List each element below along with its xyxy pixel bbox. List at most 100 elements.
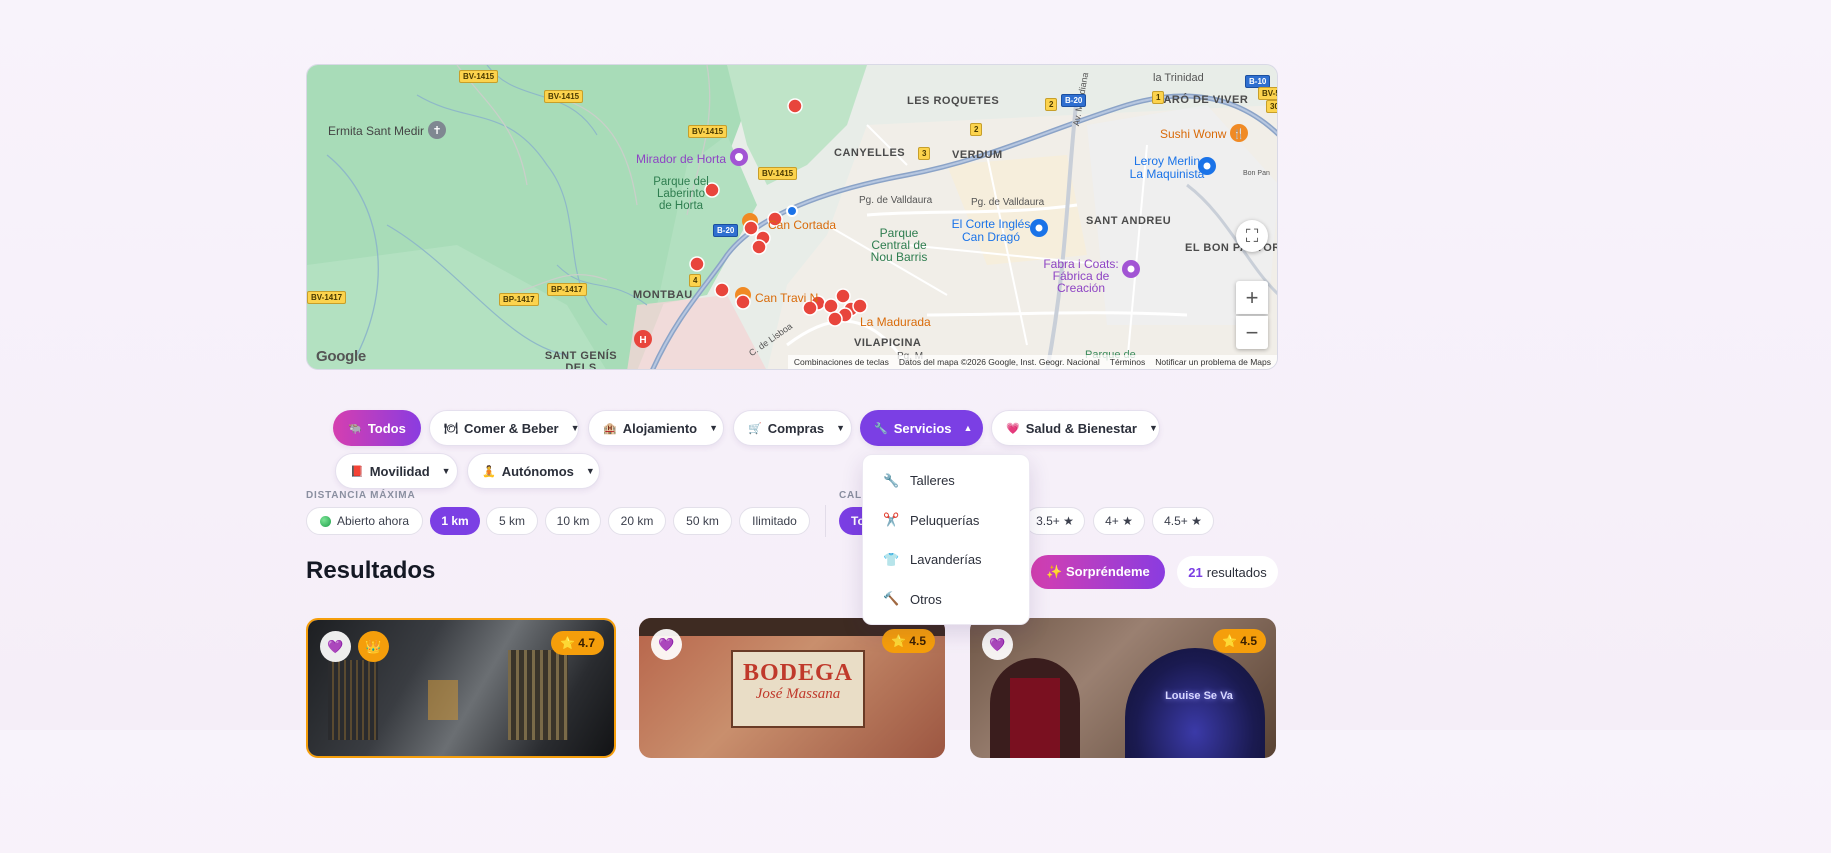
road-tag-bv1415: BV-1415 — [459, 70, 499, 83]
distance-1km[interactable]: 1 km — [430, 507, 480, 535]
map-label-ermita: Ermita Sant Medir — [328, 124, 425, 138]
category-label: Comer & Beber — [463, 420, 559, 436]
chevron-down-icon: ▼ — [1148, 423, 1158, 433]
map-label-baro-de-viver: BARÓ DE VIVER — [1155, 94, 1249, 106]
distance-5km[interactable]: 5 km — [486, 507, 538, 535]
bodega-subsign: José Massana — [755, 686, 841, 702]
result-card[interactable]: BODEGA José Massana 💜 ⭐ 4.5 — [639, 618, 945, 758]
map-label-fabra: Fabra i Coats: Fábrica de Creación — [1043, 257, 1119, 295]
chevron-down-icon: ▼ — [441, 466, 451, 476]
google-logo: Google — [316, 348, 366, 365]
map-label-mirador: Mirador de Horta — [636, 152, 727, 166]
map-fullscreen-button[interactable]: ⛶ — [1236, 220, 1268, 252]
favorite-heart-icon[interactable]: 💜 — [982, 629, 1013, 660]
road-tag-2: 2 — [1045, 98, 1058, 111]
heart-icon: 💗 — [1006, 422, 1020, 435]
road-tag-3: 3 — [918, 147, 931, 160]
category-label: Salud & Bienestar — [1025, 420, 1137, 436]
plate-icon: 🍽 — [444, 422, 458, 435]
category-label: Alojamiento — [622, 420, 698, 436]
favorite-heart-icon[interactable]: 💜 — [320, 631, 351, 662]
map-label-parque-laberinto: Parque del Laberinto de Horta — [653, 176, 709, 212]
map-terms-link[interactable]: Términos — [1110, 357, 1145, 367]
road-tag-1: 1 — [1152, 91, 1165, 104]
services-item-label: Otros — [910, 591, 942, 607]
rating-badge: ⭐ 4.7 — [551, 631, 604, 655]
road-tag-bv1415: BV-1415 — [688, 125, 728, 138]
distance-10km[interactable]: 10 km — [545, 507, 601, 535]
map-label-vilapicina: VILAPICINA — [854, 337, 922, 349]
map-label-can-cortada: Can Cortada — [768, 218, 837, 232]
chevron-down-icon: ▼ — [585, 466, 595, 476]
svg-text:✝: ✝ — [432, 125, 441, 137]
category-alojamiento[interactable]: 🏨 Alojamiento ▼ — [588, 410, 724, 446]
distance-50km[interactable]: 50 km — [673, 507, 732, 535]
scissors-icon: ✂️ — [883, 512, 900, 528]
favorite-heart-icon[interactable]: 💜 — [651, 629, 682, 660]
book-icon: 📕 — [350, 465, 364, 478]
category-label: Todos — [367, 420, 406, 436]
results-count-label: resultados — [1206, 564, 1267, 580]
svg-text:🍴: 🍴 — [1233, 127, 1245, 140]
road-tag-bv1415: BV-1415 — [544, 90, 584, 103]
rating-3-5-plus[interactable]: 3.5+ ★ — [1025, 507, 1085, 535]
category-movilidad[interactable]: 📕 Movilidad ▼ — [335, 453, 458, 489]
road-tag-bv50: BV-50 — [1258, 87, 1277, 100]
svg-text:H: H — [639, 335, 646, 346]
road-tag-bv1417: BV-1417 — [307, 291, 347, 304]
distance-section-label: DISTANCIA MÁXIMA — [306, 490, 416, 501]
shirt-icon: 👕 — [883, 551, 900, 567]
open-now-toggle[interactable]: Abierto ahora — [306, 507, 423, 535]
map-view[interactable]: ✝ 🍴 H LES ROQUETES BARÓ DE VIVER la Trin… — [306, 64, 1278, 370]
map-label-valldaura-2: Pg. de Valldaura — [971, 197, 1045, 208]
map-keyboard-shortcuts-link[interactable]: Combinaciones de teclas — [794, 357, 889, 367]
services-item-label: Talleres — [910, 473, 955, 489]
results-title: Resultados — [306, 557, 436, 584]
map-label-parque-nou-barris: Parque Central de Nou Barris — [870, 226, 928, 264]
map-label-sushi: Sushi Wonw — [1160, 127, 1227, 141]
map-label-can-travi: Can Travi N — [755, 291, 819, 305]
map-label-sant-andreu: SANT ANDREU — [1086, 215, 1172, 227]
services-item-lavanderias[interactable]: 👕 Lavanderías — [863, 540, 1029, 580]
map-label-corte-ingles: El Corte Inglés Can Dragó — [951, 217, 1031, 244]
map-label-valldaura-1: Pg. de Valldaura — [859, 195, 933, 206]
map-label-bon-pan: Bon Pan — [1243, 170, 1270, 177]
map-zoom-out-button[interactable]: − — [1236, 316, 1268, 349]
category-salud-bienestar[interactable]: 💗 Salud & Bienestar ▼ — [991, 410, 1160, 446]
road-tag-2: 2 — [970, 123, 983, 136]
chevron-down-icon: ▼ — [709, 423, 719, 433]
services-item-peluquerias[interactable]: ✂️ Peluquerías — [863, 501, 1029, 541]
services-item-talleres[interactable]: 🔧 Talleres — [863, 461, 1029, 501]
hammer-icon: 🔨 — [883, 591, 900, 607]
rating-4-5-plus[interactable]: 4.5+ ★ — [1152, 507, 1214, 535]
map-label-sant-genis: SANT GENÍS DELS AGUDELLS — [544, 350, 618, 370]
rating-4-plus[interactable]: 4+ ★ — [1093, 507, 1145, 535]
category-label: Autónomos — [501, 463, 574, 479]
road-tag-bp1417: BP-1417 — [499, 293, 539, 306]
services-item-label: Lavanderías — [910, 552, 982, 568]
crown-icon: 👑 — [358, 631, 389, 662]
result-card[interactable]: Louise Se Va 💜 ⭐ 4.5 — [970, 618, 1276, 758]
map-report-link[interactable]: Notificar un problema de Maps — [1155, 357, 1271, 367]
category-todos[interactable]: 🐃 Todos — [333, 410, 421, 446]
wrench-icon: 🔧 — [883, 472, 900, 488]
green-dot-icon — [319, 515, 331, 527]
category-comer-beber[interactable]: 🍽 Comer & Beber ▼ — [429, 410, 580, 446]
category-servicios[interactable]: 🔧 Servicios ▲ — [860, 410, 983, 446]
filter-divider — [825, 505, 826, 537]
category-label: Movilidad — [369, 463, 430, 479]
category-label: Servicios — [893, 420, 952, 436]
services-item-otros[interactable]: 🔨 Otros — [863, 580, 1029, 620]
cart-icon: 🛒 — [748, 422, 762, 435]
chevron-up-icon: ▲ — [963, 423, 973, 433]
distance-unlimited[interactable]: Ilimitado — [739, 507, 810, 535]
road-tag-bp1417: BP-1417 — [547, 283, 587, 296]
surprise-button[interactable]: ✨ Sorpréndeme — [1031, 555, 1165, 589]
distance-20km[interactable]: 20 km — [608, 507, 666, 535]
map-label-la-trinidad: la Trinidad — [1153, 72, 1204, 84]
category-compras[interactable]: 🛒 Compras ▼ — [733, 410, 852, 446]
result-card[interactable]: 💜 👑 ⭐ 4.7 — [306, 618, 616, 758]
map-zoom-in-button[interactable]: + — [1236, 281, 1268, 314]
chevron-down-icon: ▼ — [836, 423, 845, 433]
category-autonomos[interactable]: 🧘 Autónomos ▼ — [467, 453, 600, 489]
